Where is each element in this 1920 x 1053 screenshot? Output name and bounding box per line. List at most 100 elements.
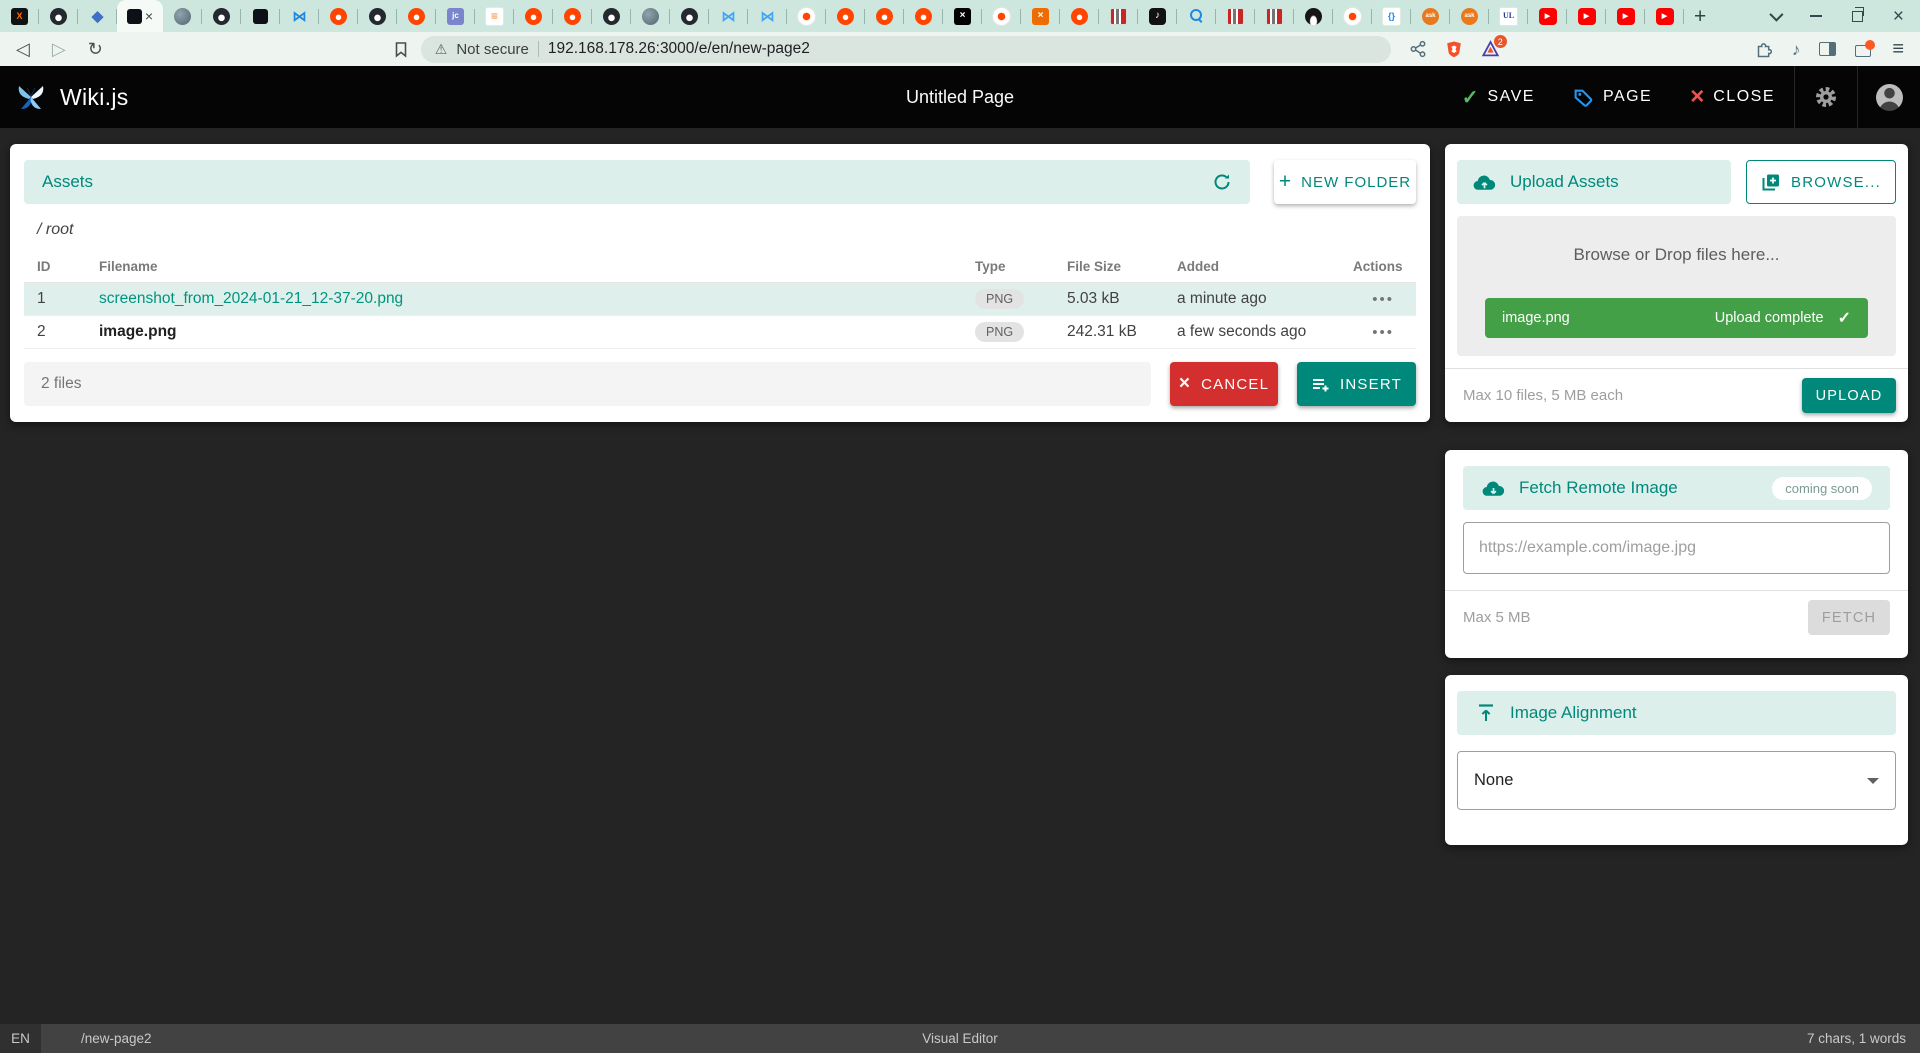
reload-icon[interactable]: ↻: [88, 40, 103, 58]
bookmark-icon[interactable]: [393, 41, 409, 58]
browser-tab[interactable]: [1255, 0, 1294, 32]
browser-tab[interactable]: [592, 0, 631, 32]
minimize-icon[interactable]: [1810, 15, 1822, 17]
address-bar[interactable]: ⚠ Not secure 192.168.178.26:3000/e/en/ne…: [421, 36, 1391, 63]
browser-tab[interactable]: ▶: [1567, 0, 1606, 32]
remote-image-url-input[interactable]: [1463, 522, 1890, 574]
browser-tab[interactable]: [1333, 0, 1372, 32]
gear-icon: [1814, 85, 1838, 109]
new-tab-button[interactable]: +: [1694, 6, 1706, 27]
save-button[interactable]: ✓ SAVE: [1443, 66, 1554, 128]
asset-row[interactable]: 2 image.png PNG 242.31 kB a few seconds …: [24, 316, 1416, 349]
browser-tab[interactable]: [514, 0, 553, 32]
browser-tab[interactable]: [319, 0, 358, 32]
browser-tab[interactable]: X: [0, 0, 39, 32]
browser-tab[interactable]: [553, 0, 592, 32]
browser-tab[interactable]: [163, 0, 202, 32]
new-folder-button[interactable]: + NEW FOLDER: [1274, 160, 1416, 204]
browse-button[interactable]: BROWSE...: [1746, 160, 1896, 204]
browser-tab[interactable]: ♪: [1138, 0, 1177, 32]
browser-tab[interactable]: [1177, 0, 1216, 32]
restore-window-icon[interactable]: [1852, 11, 1863, 22]
close-window-icon[interactable]: ×: [1893, 7, 1904, 26]
browser-menu-icon[interactable]: ≡: [1892, 39, 1904, 59]
settings-gear-button[interactable]: [1795, 66, 1857, 128]
browser-tab[interactable]: jc: [436, 0, 475, 32]
insert-button[interactable]: INSERT: [1297, 362, 1416, 406]
browser-tab[interactable]: ask: [1450, 0, 1489, 32]
refresh-icon[interactable]: [1212, 172, 1232, 192]
search-favicon: [1188, 8, 1205, 25]
globe-favicon: [174, 8, 191, 25]
security-label[interactable]: Not secure: [456, 41, 529, 58]
browser-toolbar: ◁ ▷ ↻ ⚠ Not secure 192.168.178.26:3000/e…: [0, 32, 1920, 66]
asset-row-selected[interactable]: 1 screenshot_from_2024-01-21_12-37-20.pn…: [24, 282, 1416, 316]
media-control-icon[interactable]: ♪: [1792, 41, 1801, 58]
asset-filename-link[interactable]: screenshot_from_2024-01-21_12-37-20.png: [99, 290, 403, 307]
browser-tab[interactable]: ⋈: [748, 0, 787, 32]
browser-tab[interactable]: {}: [1372, 0, 1411, 32]
browser-tab[interactable]: [1060, 0, 1099, 32]
alignment-select[interactable]: None: [1457, 751, 1896, 810]
browser-tab[interactable]: ▶: [1528, 0, 1567, 32]
browser-tab[interactable]: ×: [1021, 0, 1060, 32]
browser-tab[interactable]: ⋈: [280, 0, 319, 32]
music-favicon: ♪: [1149, 8, 1166, 25]
fetch-button[interactable]: FETCH: [1808, 600, 1890, 635]
extensions-puzzle-icon[interactable]: [1755, 40, 1773, 58]
wiki2-favicon: ⋈: [720, 8, 737, 25]
upload-button[interactable]: UPLOAD: [1802, 378, 1896, 413]
brave-rewards-icon[interactable]: 2: [1481, 40, 1500, 58]
browser-tab[interactable]: [202, 0, 241, 32]
browser-tab[interactable]: [1216, 0, 1255, 32]
tab-close-icon[interactable]: ×: [145, 9, 153, 23]
url-text[interactable]: 192.168.178.26:3000/e/en/new-page2: [548, 40, 810, 58]
page-properties-button[interactable]: PAGE: [1554, 66, 1671, 128]
alignment-title: Image Alignment: [1510, 703, 1637, 723]
browser-tab[interactable]: [631, 0, 670, 32]
browser-tab[interactable]: [241, 0, 280, 32]
browser-tab[interactable]: ≡: [475, 0, 514, 32]
browser-tab[interactable]: [865, 0, 904, 32]
tab-search-chevron-icon[interactable]: [1769, 8, 1783, 22]
header-actions: ✓ SAVE PAGE × CLOSE: [1443, 66, 1920, 128]
ul-favicon: UL: [1499, 7, 1518, 26]
forward-icon[interactable]: ▷: [52, 40, 66, 58]
stack-favicon: ≡: [485, 7, 504, 26]
fetch-title: Fetch Remote Image: [1519, 478, 1678, 498]
browser-tab[interactable]: [1294, 0, 1333, 32]
browser-tab[interactable]: [826, 0, 865, 32]
browser-tab[interactable]: ×: [943, 0, 982, 32]
browser-tab[interactable]: ◆: [78, 0, 117, 32]
wallet-icon[interactable]: [1855, 42, 1873, 57]
dropdown-caret-icon: [1867, 778, 1879, 784]
row-actions-menu-icon[interactable]: •••: [1340, 324, 1416, 341]
account-button[interactable]: [1858, 66, 1920, 128]
browser-tab[interactable]: UL: [1489, 0, 1528, 32]
browser-tab[interactable]: ⋈: [709, 0, 748, 32]
reddit-favicon: [330, 8, 347, 25]
share-icon[interactable]: [1409, 40, 1427, 58]
active-browser-tab[interactable]: ×: [117, 0, 163, 32]
upload-limit-text: Max 10 files, 5 MB each: [1457, 387, 1623, 404]
browser-tab[interactable]: [982, 0, 1021, 32]
row-actions-menu-icon[interactable]: •••: [1340, 291, 1416, 308]
cancel-button[interactable]: × CANCEL: [1170, 362, 1278, 406]
asset-filename[interactable]: image.png: [99, 323, 177, 340]
browser-tab[interactable]: [1099, 0, 1138, 32]
browser-tab[interactable]: ▶: [1606, 0, 1645, 32]
browser-tab[interactable]: [670, 0, 709, 32]
browser-tab[interactable]: [787, 0, 826, 32]
browser-tab[interactable]: [358, 0, 397, 32]
close-editor-button[interactable]: × CLOSE: [1671, 66, 1794, 128]
back-icon[interactable]: ◁: [16, 40, 30, 58]
wiki2-favicon: ⋈: [759, 8, 776, 25]
browser-tab[interactable]: ask: [1411, 0, 1450, 32]
browser-tab[interactable]: ▶: [1645, 0, 1684, 32]
browser-tab[interactable]: [39, 0, 78, 32]
sidebar-icon[interactable]: [1819, 42, 1836, 56]
dropzone[interactable]: Browse or Drop files here... image.png U…: [1457, 216, 1896, 356]
browser-tab[interactable]: [397, 0, 436, 32]
browser-tab[interactable]: [904, 0, 943, 32]
brave-shield-icon[interactable]: [1445, 40, 1463, 59]
